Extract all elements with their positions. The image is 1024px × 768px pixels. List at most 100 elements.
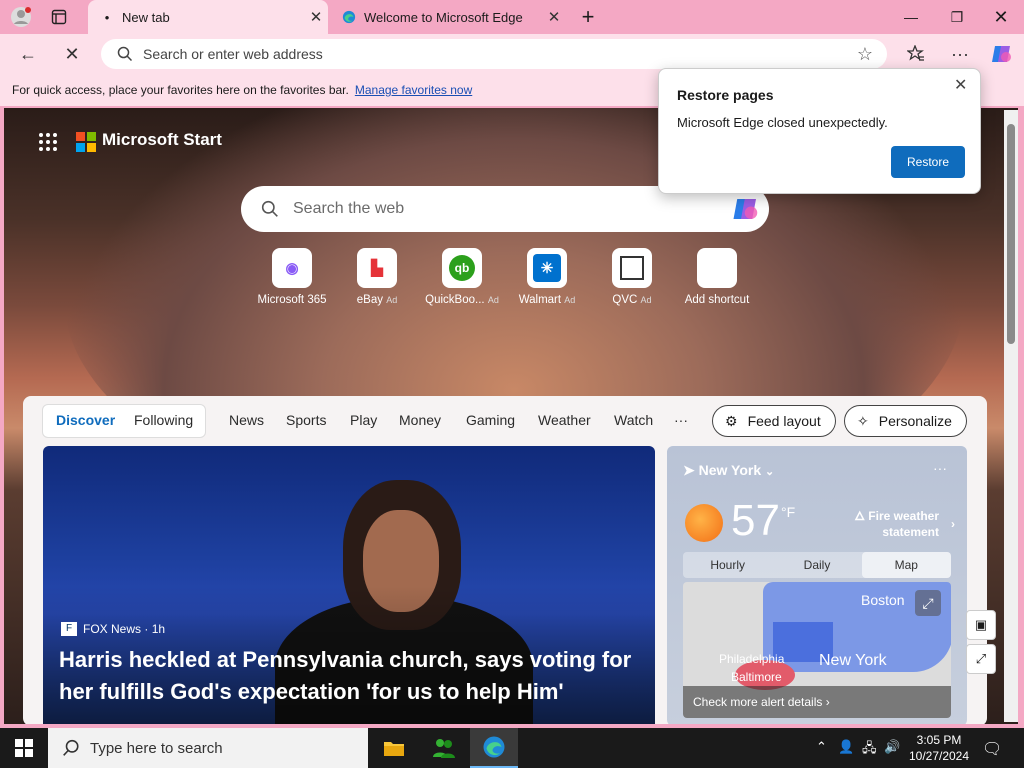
brand-title: Microsoft Start (102, 130, 222, 149)
profile-avatar[interactable] (8, 5, 34, 29)
tab-daily[interactable]: Daily (772, 552, 861, 578)
article-headline[interactable]: Harris heckled at Pennsylvania church, s… (59, 644, 639, 708)
app-launcher-icon[interactable] (38, 132, 58, 152)
tab-map[interactable]: Map (861, 552, 951, 578)
tab-actions-icon[interactable] (46, 5, 72, 29)
close-tab-icon[interactable]: ✕ (304, 8, 328, 26)
clock-time: 3:05 PM (916, 733, 962, 747)
weather-more-icon[interactable]: ··· (933, 460, 947, 476)
weather-location[interactable]: ➤ New York ⌄ (683, 462, 774, 479)
profile-icon (11, 7, 31, 27)
flame-icon: 🜂 (854, 509, 865, 523)
weather-map[interactable]: Boston Philadelphia Baltimore New York ⤢… (683, 582, 951, 718)
map-city-boston: Boston (861, 592, 905, 608)
title-bar: • New tab ✕ Welcome to Microsoft Edge ✕ … (0, 0, 1024, 34)
shortcut-qvc[interactable]: Q QVC Ad (590, 248, 674, 306)
address-placeholder: Search or enter web address (143, 46, 323, 62)
minimize-button[interactable]: — (888, 0, 934, 34)
map-city-newyork: New York (819, 652, 887, 669)
hero-article[interactable]: F FOX News · 1h Harris heckled at Pennsy… (43, 446, 655, 724)
background-image-button[interactable]: ▣ (966, 610, 996, 640)
scrollbar-thumb[interactable] (1007, 124, 1015, 344)
new-tab-favicon: • (104, 9, 110, 25)
plus-icon: + (697, 248, 737, 288)
restore-window-button[interactable]: ❐ (934, 0, 980, 34)
temperature: 57 (731, 496, 780, 545)
qvc-icon: Q (612, 248, 652, 288)
personalize-button[interactable]: ✧ Personalize (844, 405, 967, 437)
restore-pages-dialog: Restore pages Microsoft Edge closed unex… (658, 68, 981, 194)
close-icon[interactable]: ✕ (954, 75, 967, 95)
dialog-title: Restore pages (677, 87, 774, 103)
more-tabs-icon[interactable]: ··· (674, 412, 688, 428)
tab-weather[interactable]: Weather (538, 412, 591, 428)
tab-watch[interactable]: Watch (614, 412, 653, 428)
chevron-right-icon: › (825, 695, 830, 709)
restore-button[interactable]: Restore (891, 146, 965, 178)
clock[interactable]: 3:05 PM 10/27/2024 (904, 732, 974, 764)
sparkle-icon: ✧ (857, 412, 869, 429)
new-tab-button[interactable]: + (576, 4, 600, 30)
taskbar: Type here to search ⌃ 👤 🖧 🔊 3:05 PM 10/2… (0, 728, 1024, 768)
weather-card: ➤ New York ⌄ ··· 57 °F 🜂 Fire weather st… (667, 446, 967, 724)
tab-hourly[interactable]: Hourly (683, 552, 772, 578)
shortcut-walmart[interactable]: ✳ Walmart Ad (505, 248, 589, 306)
taskbar-search[interactable]: Type here to search (48, 728, 368, 768)
people-app-icon[interactable] (420, 728, 468, 768)
page-content: Microsoft Start Search the web ◉ Microso… (4, 108, 1018, 724)
map-city-baltimore: Baltimore (731, 670, 782, 684)
sunny-icon (685, 504, 723, 542)
tab-play[interactable]: Play (350, 412, 377, 428)
quickbooks-icon: qb (442, 248, 482, 288)
volume-icon[interactable]: 🔊 (884, 739, 900, 755)
copilot-icon[interactable] (986, 34, 1018, 74)
tab-following[interactable]: Following (134, 412, 193, 428)
close-tab-icon[interactable]: ✕ (542, 8, 566, 26)
feed-layout-button[interactable]: ⚙ Feed layout (712, 405, 836, 437)
stop-loading-icon[interactable]: ✕ (56, 34, 88, 74)
favorites-bar-text: For quick access, place your favorites h… (12, 83, 349, 97)
tab-news[interactable]: News (229, 412, 264, 428)
scrollbar[interactable] (1004, 110, 1018, 722)
address-bar[interactable]: Search or enter web address ☆ (101, 39, 887, 69)
map-city-philadelphia: Philadelphia (719, 652, 785, 666)
article-source: F FOX News · 1h (61, 622, 165, 636)
people-tray-icon[interactable]: 👤 (838, 739, 854, 755)
search-icon (63, 739, 79, 756)
start-button[interactable] (0, 728, 48, 768)
back-icon[interactable]: ← (12, 34, 44, 74)
ebay-icon: ▙ (357, 248, 397, 288)
weather-alert[interactable]: 🜂 Fire weather statement › (845, 508, 955, 540)
tab-label: New tab (122, 9, 170, 25)
alert-details-link[interactable]: Check more alert details › (683, 686, 951, 718)
expand-map-icon[interactable]: ⤢ (915, 590, 941, 616)
favorite-star-icon[interactable]: ☆ (857, 44, 873, 65)
close-window-button[interactable]: ✕ (978, 0, 1024, 34)
web-search-placeholder: Search the web (293, 200, 405, 217)
m365-icon: ◉ (272, 248, 312, 288)
edge-taskbar-icon[interactable] (470, 728, 518, 768)
location-arrow-icon: ➤ (683, 462, 695, 478)
file-explorer-icon[interactable] (370, 728, 418, 768)
shortcut-ebay[interactable]: ▙ eBay Ad (335, 248, 419, 306)
tab-welcome-edge[interactable]: Welcome to Microsoft Edge ✕ (330, 0, 566, 34)
network-icon[interactable]: 🖧 (862, 739, 877, 761)
tab-discover[interactable]: Discover (56, 412, 115, 428)
tab-gaming[interactable]: Gaming (466, 412, 515, 428)
chevron-up-icon[interactable]: ⌃ (816, 739, 827, 755)
tab-sports[interactable]: Sports (286, 412, 326, 428)
search-icon (261, 200, 278, 217)
tab-money[interactable]: Money (399, 412, 441, 428)
search-icon (117, 46, 133, 62)
notification-icon[interactable]: 🗨 (982, 739, 1002, 759)
shortcut-quickbooks[interactable]: qb QuickBoo... Ad (420, 248, 504, 306)
shortcut-add[interactable]: + Add shortcut (675, 248, 759, 306)
walmart-icon: ✳ (527, 248, 567, 288)
fullscreen-button[interactable]: ⤢ (966, 644, 996, 674)
shortcut-microsoft-365[interactable]: ◉ Microsoft 365 (250, 248, 334, 306)
manage-favorites-link[interactable]: Manage favorites now (355, 83, 472, 97)
clock-date: 10/27/2024 (908, 749, 970, 763)
copilot-icon[interactable] (731, 194, 761, 224)
tab-new-tab[interactable]: • New tab ✕ (88, 0, 328, 34)
edge-favicon-icon (342, 10, 356, 24)
